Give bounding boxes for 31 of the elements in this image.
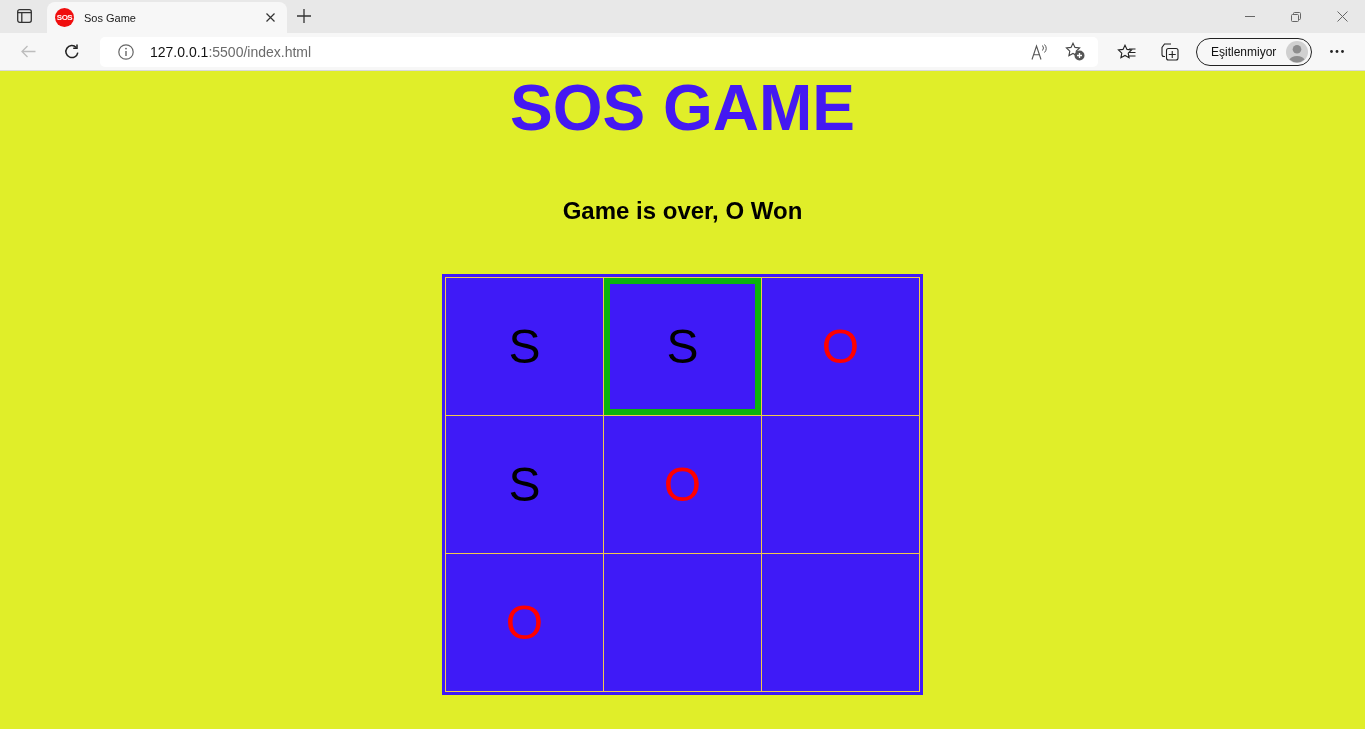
favicon-logo: SOS	[55, 8, 74, 27]
board-cell[interactable]	[762, 554, 919, 691]
close-icon	[1336, 11, 1348, 22]
star-plus-icon	[1065, 42, 1085, 61]
tab-title: Sos Game	[84, 11, 137, 24]
game-title: SOS GAME	[510, 71, 855, 145]
board-cell[interactable]: S	[446, 416, 603, 553]
board-cell[interactable]: O	[762, 278, 919, 415]
read-aloud-icon	[1031, 43, 1049, 60]
star-list-icon	[1116, 43, 1136, 60]
board-cell[interactable]: S	[604, 278, 761, 415]
sidebar-icon	[16, 9, 32, 23]
refresh-icon	[64, 43, 80, 60]
game-status-text: Game is over, O Won	[562, 197, 803, 225]
url-text: 127.0.0.1:5500/index.html	[150, 43, 313, 60]
address-bar[interactable]: 127.0.0.1:5500/index.html	[100, 36, 1098, 67]
board-cell[interactable]	[762, 416, 919, 553]
board-cell[interactable]: S	[446, 278, 603, 415]
close-icon	[265, 13, 275, 22]
avatar-icon	[1286, 40, 1308, 63]
minimize-icon	[1245, 16, 1255, 17]
browser-tab[interactable]: SOS Sos Game	[47, 2, 287, 33]
restore-icon	[1291, 11, 1301, 22]
info-icon	[118, 43, 134, 60]
board-cell[interactable]	[604, 554, 761, 691]
back-arrow-icon	[20, 45, 36, 58]
collections-icon	[1161, 42, 1179, 61]
board-cell[interactable]: O	[604, 416, 761, 553]
board-cell[interactable]: O	[446, 554, 603, 691]
plus-icon	[297, 8, 311, 23]
more-icon	[1330, 50, 1344, 53]
